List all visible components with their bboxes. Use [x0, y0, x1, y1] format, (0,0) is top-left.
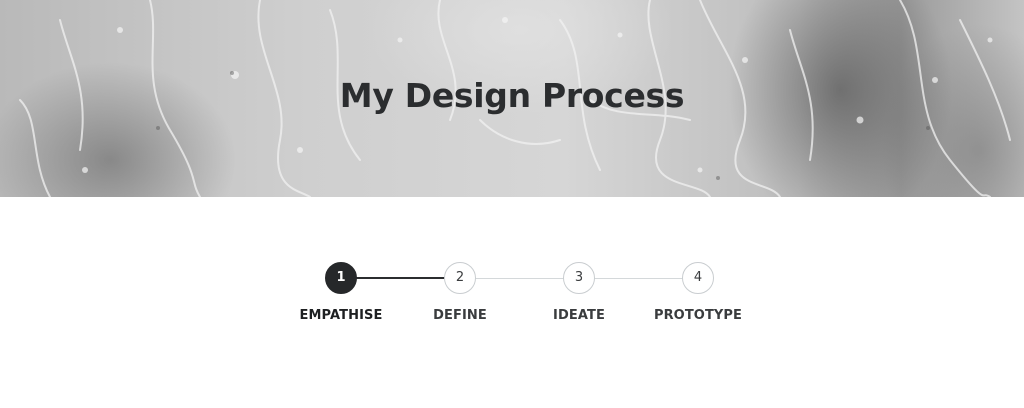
step-number-badge[interactable]: 3 — [563, 262, 595, 294]
step-define[interactable]: 2 DEFINE — [400, 262, 520, 323]
hero-banner: My Design Process — [0, 0, 1024, 197]
step-label[interactable]: EMPATHISE — [281, 308, 401, 323]
page-title: My Design Process — [339, 76, 685, 115]
step-label[interactable]: IDEATE — [519, 308, 639, 323]
step-ideate[interactable]: 3 IDEATE — [519, 262, 639, 323]
step-number-badge[interactable]: 4 — [682, 262, 714, 294]
step-number-badge[interactable]: 1 — [325, 262, 357, 294]
design-process-stepper: 1 EMPATHISE 2 DEFINE 3 IDEATE 4 PROTOTYP… — [0, 262, 1024, 342]
step-number-badge[interactable]: 2 — [444, 262, 476, 294]
step-empathise[interactable]: 1 EMPATHISE — [281, 262, 401, 323]
step-label[interactable]: DEFINE — [400, 308, 520, 323]
step-prototype[interactable]: 4 PROTOTYPE — [638, 262, 758, 323]
step-label[interactable]: PROTOTYPE — [638, 308, 758, 323]
